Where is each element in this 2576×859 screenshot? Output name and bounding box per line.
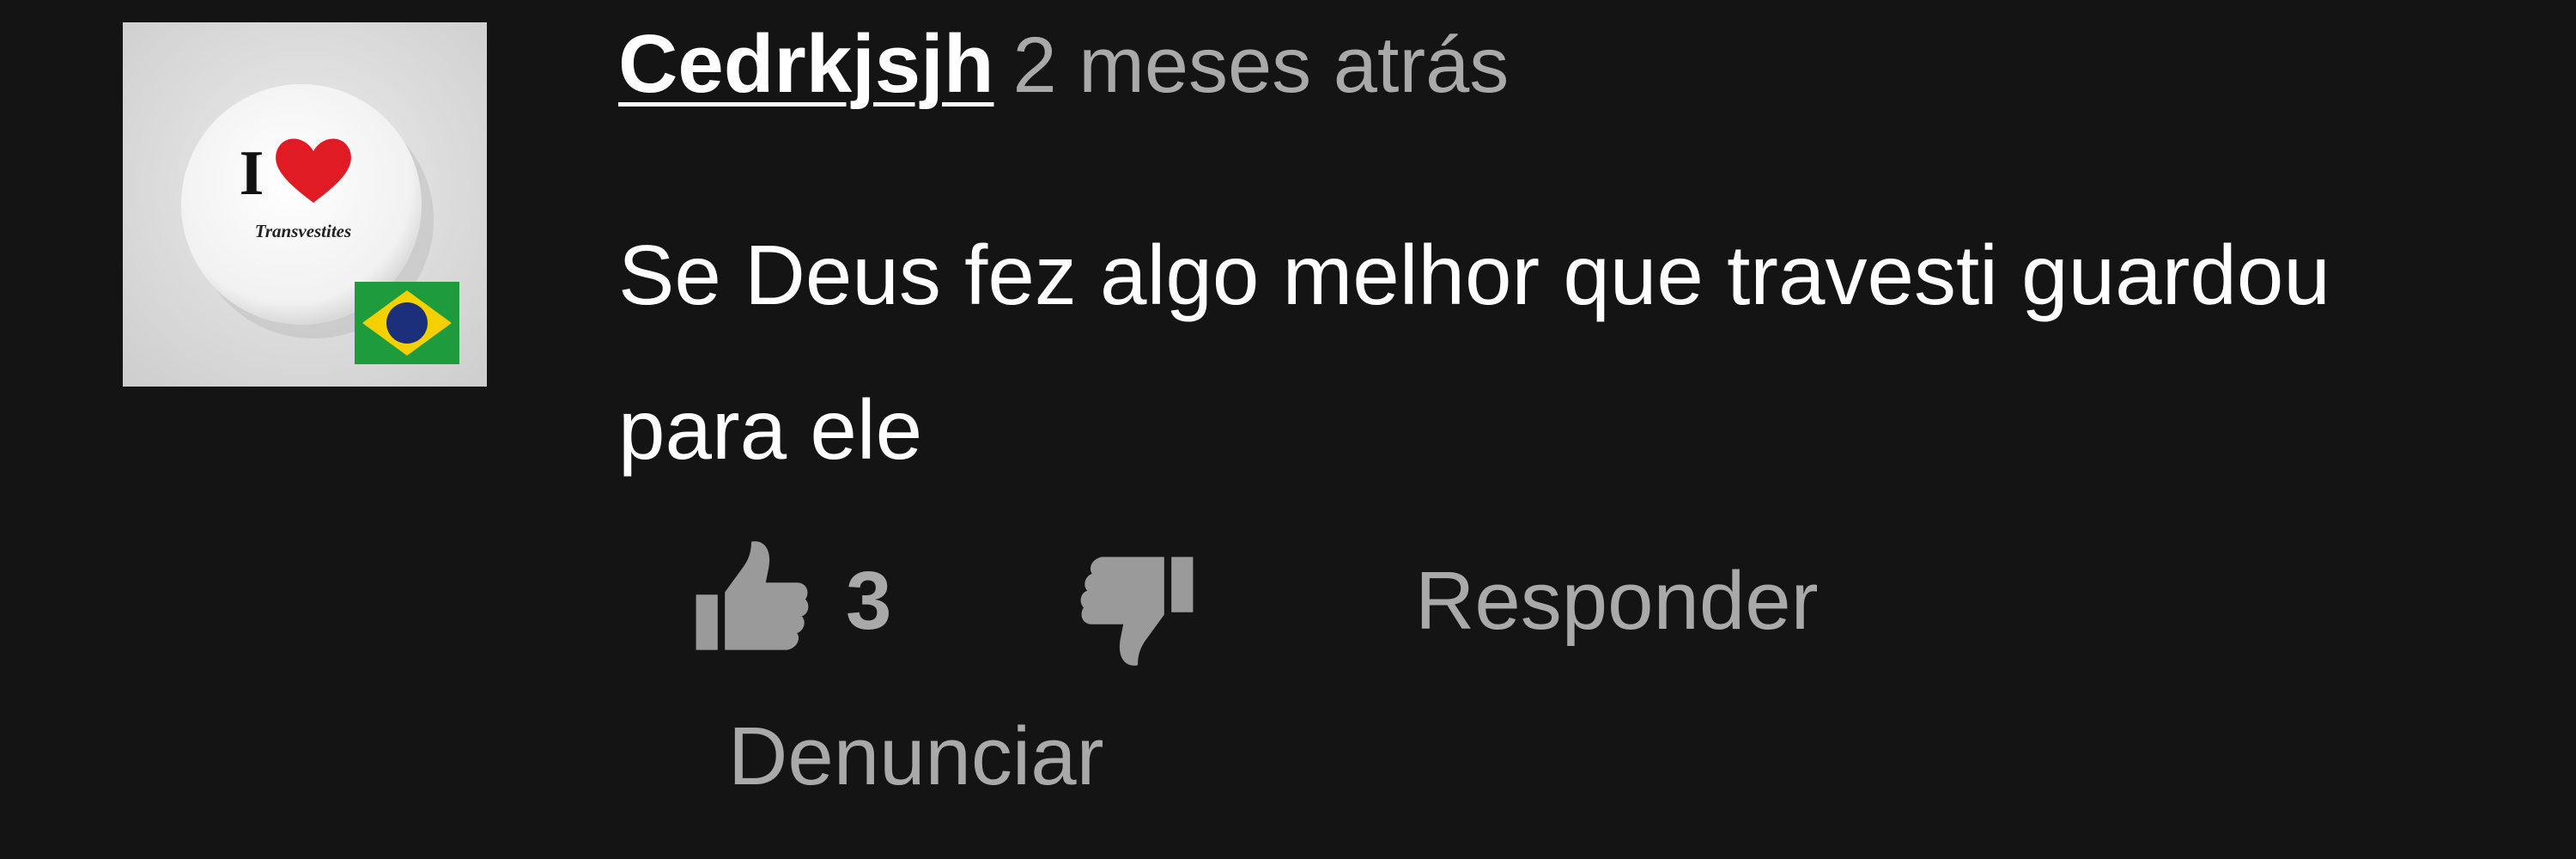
brazil-flag-icon <box>355 282 459 364</box>
like-button[interactable] <box>687 537 816 657</box>
badge-big-letter: I <box>240 138 264 209</box>
comment-timestamp[interactable]: 2 meses atrás <box>1012 21 1509 109</box>
like-count: 3 <box>846 555 892 647</box>
dislike-button[interactable] <box>1073 550 1202 670</box>
report-button[interactable]: Denunciar <box>728 710 1104 804</box>
author-name[interactable]: Cedrkjsjh <box>618 18 993 110</box>
i-love-button-badge-icon: I Transvestites <box>123 22 487 387</box>
badge-small-text: Transvestites <box>255 221 351 241</box>
avatar[interactable]: I Transvestites <box>123 22 487 387</box>
thumbs-up-icon <box>696 541 809 650</box>
reply-button[interactable]: Responder <box>1415 554 1819 649</box>
comment-text: Se Deus fez algo melhor que travesti gua… <box>618 228 2330 477</box>
comment: I Transvestites Cedrkjsjh 2 meses atrás S… <box>0 0 2576 859</box>
thumbs-down-icon <box>1080 557 1194 666</box>
comment-header: Cedrkjsjh 2 meses atrás <box>618 17 1509 136</box>
